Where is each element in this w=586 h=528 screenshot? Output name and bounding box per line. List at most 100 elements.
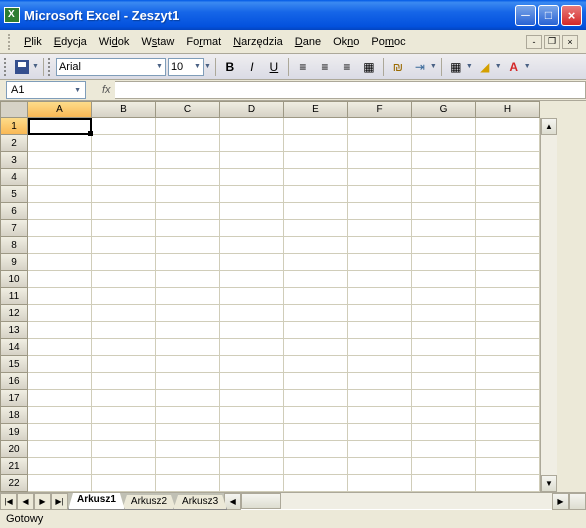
row-header-9[interactable]: 9 — [0, 254, 28, 271]
menu-pomoc[interactable]: Pomoc — [365, 34, 411, 50]
row-header-16[interactable]: 16 — [0, 373, 28, 390]
cell-H18[interactable] — [476, 407, 540, 424]
cell-E7[interactable] — [284, 220, 348, 237]
cell-G4[interactable] — [412, 169, 476, 186]
column-header-C[interactable]: C — [156, 101, 220, 118]
cell-B9[interactable] — [92, 254, 156, 271]
cell-C9[interactable] — [156, 254, 220, 271]
scroll-up-button[interactable]: ▲ — [541, 118, 557, 135]
cell-C4[interactable] — [156, 169, 220, 186]
maximize-button[interactable]: □ — [538, 5, 559, 26]
sheet-tab-arkusz3[interactable]: Arkusz3 — [173, 495, 227, 510]
cell-F3[interactable] — [348, 152, 412, 169]
scroll-left-button[interactable]: ◀ — [224, 493, 241, 510]
scroll-down-button[interactable]: ▼ — [541, 475, 557, 492]
cell-H19[interactable] — [476, 424, 540, 441]
row-header-21[interactable]: 21 — [0, 458, 28, 475]
cell-F18[interactable] — [348, 407, 412, 424]
cell-A18[interactable] — [28, 407, 92, 424]
mdi-close-button[interactable]: × — [562, 35, 578, 49]
cell-B13[interactable] — [92, 322, 156, 339]
column-header-D[interactable]: D — [220, 101, 284, 118]
cell-G5[interactable] — [412, 186, 476, 203]
cell-D18[interactable] — [220, 407, 284, 424]
cell-D12[interactable] — [220, 305, 284, 322]
cell-H10[interactable] — [476, 271, 540, 288]
close-button[interactable]: × — [561, 5, 582, 26]
cell-A3[interactable] — [28, 152, 92, 169]
cell-G21[interactable] — [412, 458, 476, 475]
cell-E16[interactable] — [284, 373, 348, 390]
horizontal-scrollbar[interactable]: ◀ ▶ — [224, 493, 569, 509]
row-header-7[interactable]: 7 — [0, 220, 28, 237]
chevron-down-icon[interactable]: ▼ — [524, 63, 531, 70]
toolbar-handle-2[interactable] — [48, 58, 52, 76]
menu-handle[interactable] — [8, 34, 12, 50]
cell-F8[interactable] — [348, 237, 412, 254]
cell-B14[interactable] — [92, 339, 156, 356]
cell-E1[interactable] — [284, 118, 348, 135]
cell-E10[interactable] — [284, 271, 348, 288]
cell-E8[interactable] — [284, 237, 348, 254]
cell-A9[interactable] — [28, 254, 92, 271]
cell-F17[interactable] — [348, 390, 412, 407]
menu-wstaw[interactable]: Wstaw — [135, 34, 180, 50]
cell-D14[interactable] — [220, 339, 284, 356]
cell-C14[interactable] — [156, 339, 220, 356]
cell-F12[interactable] — [348, 305, 412, 322]
cell-A17[interactable] — [28, 390, 92, 407]
cell-F19[interactable] — [348, 424, 412, 441]
vertical-scrollbar[interactable]: ▲ ▼ — [540, 118, 557, 492]
cell-H6[interactable] — [476, 203, 540, 220]
cell-D2[interactable] — [220, 135, 284, 152]
cell-D10[interactable] — [220, 271, 284, 288]
first-sheet-button[interactable]: |◀ — [0, 493, 17, 510]
cell-F21[interactable] — [348, 458, 412, 475]
row-header-18[interactable]: 18 — [0, 407, 28, 424]
scroll-right-button[interactable]: ▶ — [552, 493, 569, 510]
cell-C3[interactable] — [156, 152, 220, 169]
cell-F13[interactable] — [348, 322, 412, 339]
cell-H3[interactable] — [476, 152, 540, 169]
chevron-down-icon[interactable]: ▼ — [430, 63, 437, 70]
row-header-10[interactable]: 10 — [0, 271, 28, 288]
cell-F2[interactable] — [348, 135, 412, 152]
cell-B20[interactable] — [92, 441, 156, 458]
cell-H16[interactable] — [476, 373, 540, 390]
row-header-3[interactable]: 3 — [0, 152, 28, 169]
cell-A7[interactable] — [28, 220, 92, 237]
cell-G6[interactable] — [412, 203, 476, 220]
cell-H21[interactable] — [476, 458, 540, 475]
cell-H2[interactable] — [476, 135, 540, 152]
cell-G18[interactable] — [412, 407, 476, 424]
cell-B4[interactable] — [92, 169, 156, 186]
cell-G20[interactable] — [412, 441, 476, 458]
menu-edycja[interactable]: Edycja — [48, 34, 93, 50]
menu-dane[interactable]: Dane — [289, 34, 327, 50]
cell-H12[interactable] — [476, 305, 540, 322]
column-header-F[interactable]: F — [348, 101, 412, 118]
column-header-G[interactable]: G — [412, 101, 476, 118]
cell-E17[interactable] — [284, 390, 348, 407]
row-header-19[interactable]: 19 — [0, 424, 28, 441]
cell-G9[interactable] — [412, 254, 476, 271]
merge-button[interactable]: ▦ — [359, 57, 379, 77]
row-header-2[interactable]: 2 — [0, 135, 28, 152]
cell-C21[interactable] — [156, 458, 220, 475]
cell-H4[interactable] — [476, 169, 540, 186]
cell-B1[interactable] — [92, 118, 156, 135]
cell-D7[interactable] — [220, 220, 284, 237]
menu-okno[interactable]: Okno — [327, 34, 365, 50]
cell-E6[interactable] — [284, 203, 348, 220]
row-header-5[interactable]: 5 — [0, 186, 28, 203]
cell-D21[interactable] — [220, 458, 284, 475]
cell-C10[interactable] — [156, 271, 220, 288]
cell-H9[interactable] — [476, 254, 540, 271]
cell-E3[interactable] — [284, 152, 348, 169]
cell-E15[interactable] — [284, 356, 348, 373]
cell-E9[interactable] — [284, 254, 348, 271]
last-sheet-button[interactable]: ▶| — [51, 493, 68, 510]
align-center-button[interactable]: ≡ — [315, 57, 335, 77]
cell-F1[interactable] — [348, 118, 412, 135]
column-header-A[interactable]: A — [28, 101, 92, 118]
